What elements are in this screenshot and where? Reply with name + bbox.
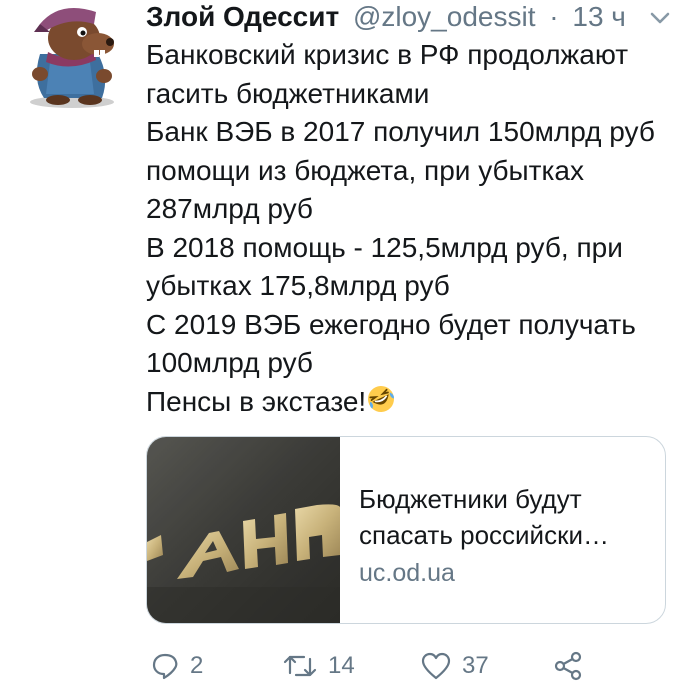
tweet-text-line: помощи из бюджета, при убытках — [146, 154, 584, 186]
tweet-text: Банковский кризис в РФ продолжают гасить… — [146, 36, 676, 421]
heart-icon — [421, 652, 451, 680]
like-count: 37 — [462, 652, 489, 679]
card-body: Бюджетники будут спасать российски… uc.o… — [359, 481, 659, 591]
tweet-text-line: В 2018 помощь - 125,5млрд руб, при — [146, 231, 623, 263]
tweet-text-line: 100млрд руб — [146, 347, 313, 378]
tweet-text-line: Банковский кризис в РФ продолжают — [146, 39, 629, 70]
share-button[interactable] — [552, 646, 584, 686]
retweet-icon — [283, 655, 317, 677]
retweet-button[interactable]: 14 — [282, 646, 355, 686]
tweet-text-line: убытках 175,8млрд руб — [146, 270, 450, 301]
rolling-on-floor-laughing-emoji-icon — [368, 385, 395, 412]
tweet-text-line: Банк ВЭБ в 2017 получил 150млрд руб — [146, 116, 655, 147]
tweet-header: Злой Одессит @zloy_odessit · 13 ч — [146, 0, 676, 34]
card-thumbnail-image — [147, 437, 340, 623]
tweet[interactable]: Злой Одессит @zloy_odessit · 13 ч Банков… — [0, 0, 692, 700]
retweet-count: 14 — [328, 652, 355, 679]
card-title-line[interactable]: Бюджетники будут — [359, 481, 659, 517]
avatar[interactable] — [10, 2, 132, 114]
tweet-text-last-line: Пенсы в экстазе! — [146, 383, 676, 422]
display-name[interactable]: Злой Одессит — [146, 1, 339, 32]
tweet-text-last: Пенсы в экстазе! — [146, 385, 367, 417]
tweet-text-line: 287млрд руб — [146, 193, 313, 224]
tweet-text-line: С 2019 ВЭБ ежегодно будет получать — [146, 308, 636, 340]
tweet-text-line: гасить бюджетниками — [146, 77, 430, 109]
user-handle[interactable]: @zloy_odessit — [353, 1, 536, 32]
separator-dot: · — [549, 1, 559, 32]
reply-icon — [152, 653, 178, 680]
timestamp[interactable]: 13 ч — [572, 1, 626, 32]
link-card[interactable]: Бюджетники будут спасать российски… uc.o… — [146, 436, 666, 624]
reply-count: 2 — [190, 652, 204, 679]
like-button[interactable]: 37 — [420, 646, 489, 686]
share-icon — [554, 651, 582, 681]
tweet-action-bar: 2 14 37 — [146, 646, 686, 686]
card-title-line[interactable]: спасать российски… — [359, 517, 659, 553]
chevron-down-icon[interactable] — [646, 6, 674, 30]
card-domain: uc.od.ua — [359, 559, 455, 587]
reply-button[interactable]: 2 — [150, 646, 203, 686]
